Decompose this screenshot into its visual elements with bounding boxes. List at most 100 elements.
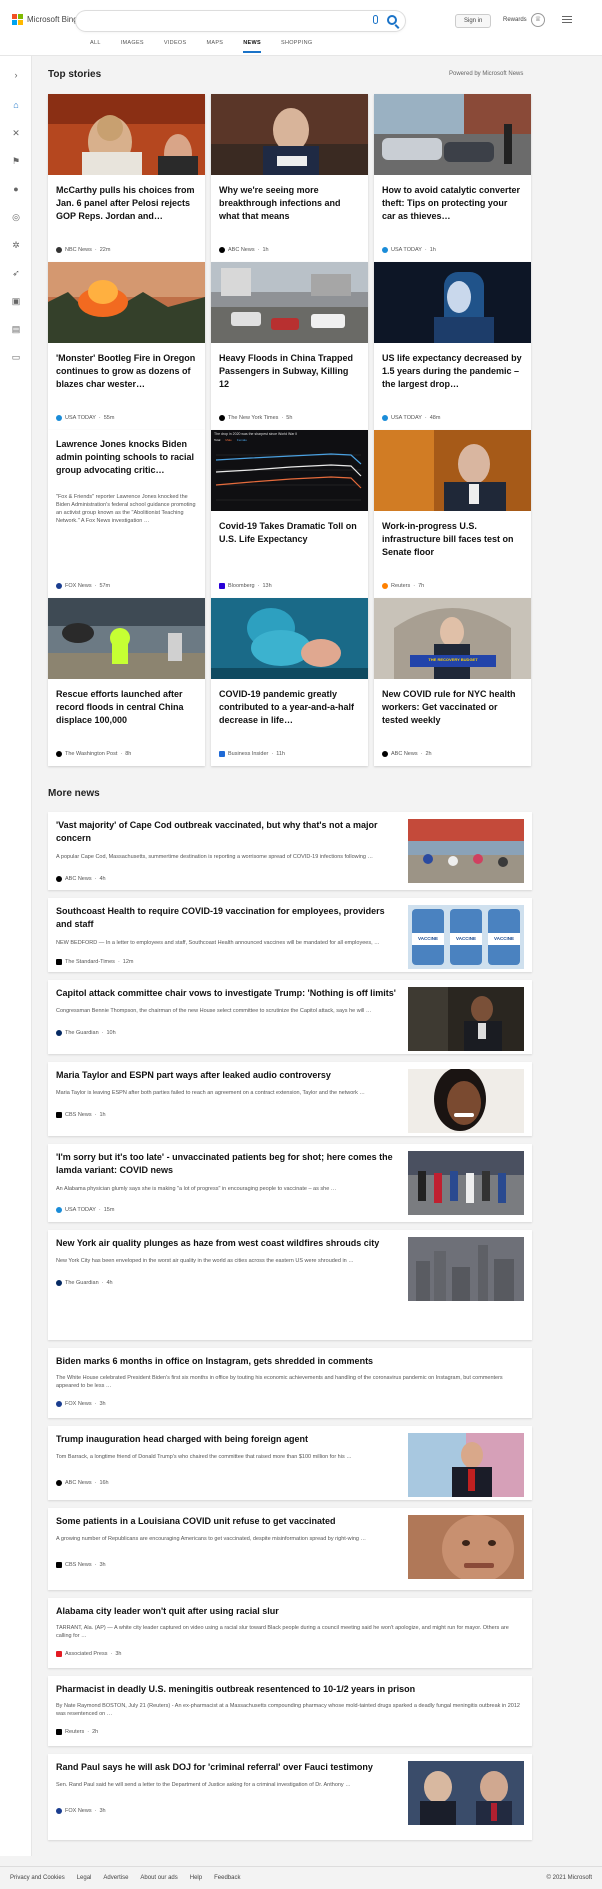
news-row[interactable]: Capitol attack committee chair vows to i…	[48, 980, 532, 1054]
footer-link[interactable]: Legal	[77, 1875, 92, 1881]
news-title[interactable]: 'I'm sorry but it's too late' - unvaccin…	[56, 1151, 396, 1177]
news-title[interactable]: Alabama city leader won't quit after usi…	[56, 1605, 524, 1618]
news-row[interactable]: Some patients in a Louisiana COVID unit …	[48, 1508, 532, 1590]
news-row[interactable]: Pharmacist in deadly U.S. meningitis out…	[48, 1676, 532, 1746]
vaccine-label: VACCINE	[456, 936, 476, 941]
footer-link[interactable]: Advertise	[103, 1875, 128, 1881]
chart-image: The drop in 2020 was the sharpest since …	[211, 430, 368, 511]
home-icon[interactable]: ⌂	[11, 100, 21, 110]
bing-logo[interactable]: Microsoft Bing	[12, 14, 78, 25]
tab-news[interactable]: NEWS	[243, 40, 261, 53]
news-source: CBS News · 1h	[56, 1112, 106, 1118]
vaccine-label: VACCINE	[494, 936, 514, 941]
news-row[interactable]: 'Vast majority' of Cape Cod outbreak vac…	[48, 812, 532, 890]
news-row[interactable]: New York air quality plunges as haze fro…	[48, 1230, 532, 1340]
story-card[interactable]: Why we're seeing more breakthrough infec…	[211, 94, 368, 262]
story-title[interactable]: Covid-19 Takes Dramatic Toll on U.S. Lif…	[219, 520, 360, 546]
story-card[interactable]: THE RECOVERY BUDGET New COVID rule for N…	[374, 598, 531, 766]
flag-icon[interactable]: ⚑	[11, 156, 21, 166]
tab-images[interactable]: IMAGES	[121, 40, 144, 53]
search-icon[interactable]	[387, 15, 397, 25]
footer-link[interactable]: Privacy and Cookies	[10, 1875, 65, 1881]
story-title[interactable]: How to avoid catalytic converter theft: …	[382, 184, 523, 223]
footer-link[interactable]: Help	[190, 1875, 202, 1881]
copyright: © 2021 Microsoft	[546, 1875, 592, 1881]
more-news-heading: More news	[48, 788, 100, 799]
tab-maps[interactable]: MAPS	[206, 40, 223, 53]
news-row[interactable]: Biden marks 6 months in office on Instag…	[48, 1348, 532, 1418]
business-icon[interactable]: ▤	[11, 324, 21, 334]
news-row[interactable]: Southcoast Health to require COVID-19 va…	[48, 898, 532, 972]
news-title[interactable]: Some patients in a Louisiana COVID unit …	[56, 1515, 396, 1528]
news-title[interactable]: 'Vast majority' of Cape Cod outbreak vac…	[56, 819, 396, 845]
search-input[interactable]	[76, 11, 405, 31]
news-snippet: The White House celebrated President Bid…	[56, 1375, 503, 1389]
news-source: CBS News · 3h	[56, 1562, 106, 1568]
story-card[interactable]: COVID-19 pandemic greatly contributed to…	[211, 598, 368, 766]
story-source: USA TODAY · 1h	[382, 247, 436, 253]
story-title[interactable]: COVID-19 pandemic greatly contributed to…	[219, 688, 360, 727]
story-title[interactable]: 'Monster' Bootleg Fire in Oregon continu…	[56, 352, 197, 391]
story-image	[211, 262, 368, 343]
story-title[interactable]: Lawrence Jones knocks Biden admin pointi…	[56, 438, 197, 477]
expand-chevron-icon[interactable]: ›	[11, 70, 21, 80]
story-card[interactable]: Work-in-progress U.S. infrastructure bil…	[374, 430, 531, 598]
story-image	[374, 430, 531, 511]
story-card[interactable]: How to avoid catalytic converter theft: …	[374, 94, 531, 262]
news-image	[408, 1515, 524, 1579]
story-image	[211, 598, 368, 679]
source-logo-icon	[56, 583, 62, 589]
tab-shopping[interactable]: SHOPPING	[281, 40, 312, 53]
story-card[interactable]: US life expectancy decreased by 1.5 year…	[374, 262, 531, 430]
tab-all[interactable]: ALL	[90, 40, 101, 53]
news-row[interactable]: 'I'm sorry but it's too late' - unvaccin…	[48, 1144, 532, 1222]
story-card-text[interactable]: Lawrence Jones knocks Biden admin pointi…	[48, 430, 205, 598]
news-title[interactable]: Southcoast Health to require COVID-19 va…	[56, 905, 396, 931]
microphone-icon[interactable]	[373, 15, 378, 24]
news-title[interactable]: Capitol attack committee chair vows to i…	[56, 987, 396, 1000]
footer-link[interactable]: About our ads	[140, 1875, 177, 1881]
source-logo-icon	[56, 876, 62, 882]
news-row[interactable]: Trump inauguration head charged with bei…	[48, 1426, 532, 1500]
hamburger-menu-icon[interactable]	[562, 16, 572, 25]
news-title[interactable]: New York air quality plunges as haze fro…	[56, 1237, 396, 1250]
entertainment-icon[interactable]: ▣	[11, 296, 21, 306]
news-title[interactable]: Maria Taylor and ESPN part ways after le…	[56, 1069, 396, 1082]
news-title[interactable]: Pharmacist in deadly U.S. meningitis out…	[56, 1683, 524, 1696]
news-row[interactable]: Maria Taylor and ESPN part ways after le…	[48, 1062, 532, 1136]
story-title[interactable]: Work-in-progress U.S. infrastructure bil…	[382, 520, 523, 559]
news-title[interactable]: Trump inauguration head charged with bei…	[56, 1433, 396, 1446]
globe-icon[interactable]: ◎	[11, 212, 21, 222]
story-card[interactable]: McCarthy pulls his choices from Jan. 6 p…	[48, 94, 205, 262]
footer-link[interactable]: Feedback	[214, 1875, 240, 1881]
news-title[interactable]: Biden marks 6 months in office on Instag…	[56, 1355, 524, 1368]
news-row[interactable]: Alabama city leader won't quit after usi…	[48, 1598, 532, 1668]
recovery-banner-text: THE RECOVERY BUDGET	[428, 657, 478, 662]
story-card[interactable]: 'Monster' Bootleg Fire in Oregon continu…	[48, 262, 205, 430]
news-source: Associated Press · 3h	[56, 1651, 121, 1657]
source-logo-icon	[56, 1480, 62, 1486]
source-logo-icon	[56, 751, 62, 757]
sign-in-button[interactable]: Sign in	[455, 14, 492, 28]
story-title[interactable]: Rescue efforts launched after record flo…	[56, 688, 197, 727]
story-title[interactable]: Heavy Floods in China Trapped Passengers…	[219, 352, 360, 391]
news-source: Reuters · 2h	[56, 1729, 98, 1735]
news-source: The Guardian · 4h	[56, 1280, 113, 1286]
location-pin-icon[interactable]: ●	[11, 184, 21, 194]
story-title[interactable]: New COVID rule for NYC health workers: G…	[382, 688, 523, 727]
rewards-trophy-icon[interactable]: ♕	[531, 13, 545, 27]
story-card[interactable]: The drop in 2020 was the sharpest since …	[211, 430, 368, 598]
story-title[interactable]: McCarthy pulls his choices from Jan. 6 p…	[56, 184, 197, 223]
science-rocket-icon[interactable]: ➶	[11, 268, 21, 278]
trending-icon[interactable]: ✕	[11, 128, 21, 138]
politics-icon[interactable]: ✲	[11, 240, 21, 250]
news-row[interactable]: Rand Paul says he will ask DOJ for 'crim…	[48, 1754, 532, 1840]
rewards-link[interactable]: Rewards	[503, 17, 527, 23]
tab-videos[interactable]: VIDEOS	[164, 40, 187, 53]
story-title[interactable]: Why we're seeing more breakthrough infec…	[219, 184, 360, 223]
money-icon[interactable]: ▭	[11, 352, 21, 362]
story-card[interactable]: Rescue efforts launched after record flo…	[48, 598, 205, 766]
news-title[interactable]: Rand Paul says he will ask DOJ for 'crim…	[56, 1761, 396, 1774]
story-card[interactable]: Heavy Floods in China Trapped Passengers…	[211, 262, 368, 430]
story-title[interactable]: US life expectancy decreased by 1.5 year…	[382, 352, 523, 391]
